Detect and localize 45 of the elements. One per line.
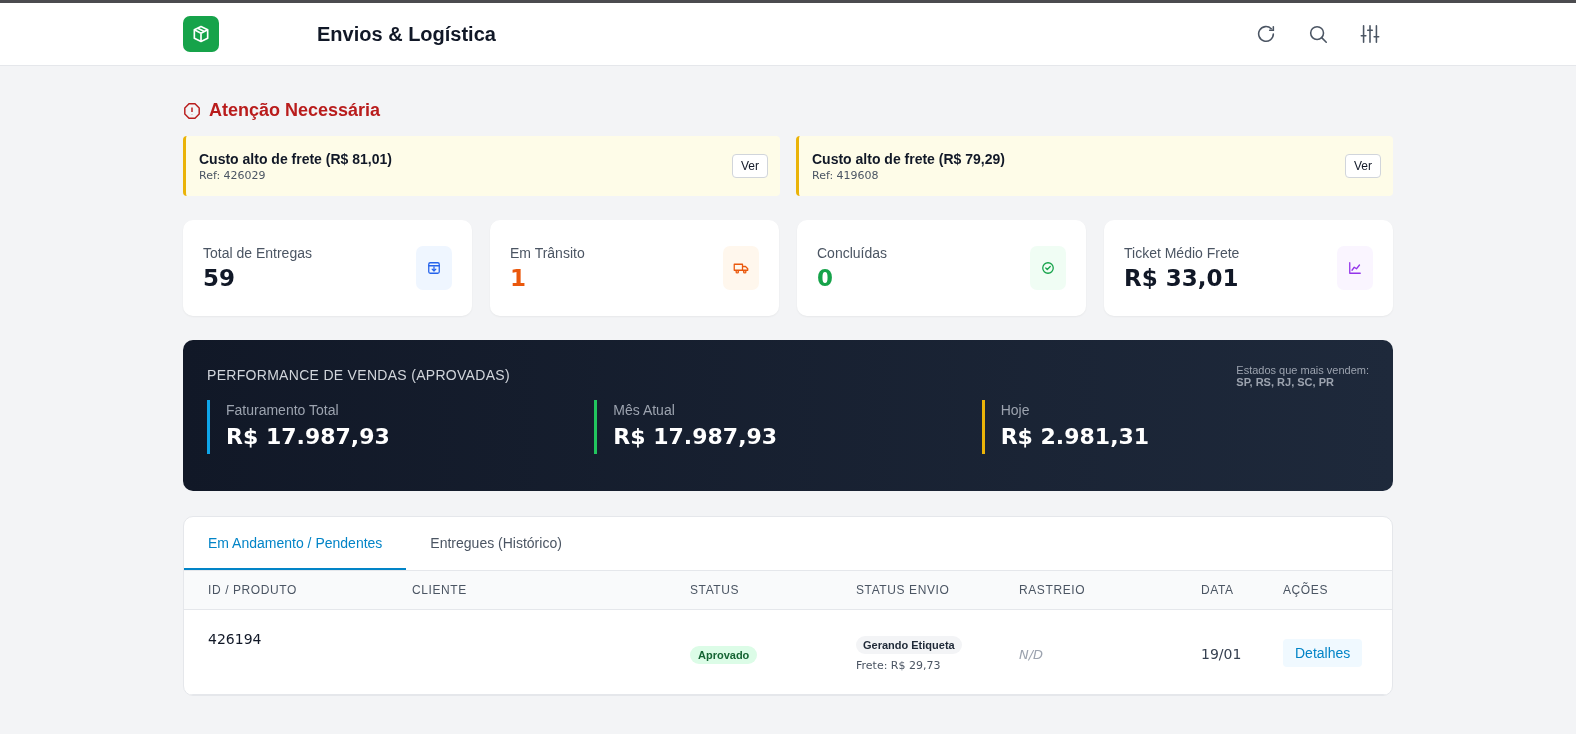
column-header: DATA xyxy=(1177,571,1259,610)
metric-value: R$ 2.981,31 xyxy=(1000,424,1150,449)
trend-chart-icon xyxy=(1337,246,1373,290)
panel-title: PERFORMANCE DE VENDAS (APROVADAS) xyxy=(207,367,510,383)
stat-value: 59 xyxy=(203,265,236,291)
metric-label: Faturamento Total xyxy=(226,402,340,418)
download-box-icon xyxy=(416,246,452,290)
tracking-text: N/D xyxy=(1019,646,1044,662)
metric-label: Mês Atual xyxy=(613,402,676,418)
freight-text: Frete: R$ 29,73 xyxy=(856,659,942,672)
top-states-label: Estados que mais vendem: xyxy=(1236,364,1369,376)
column-header: STATUS ENVIO xyxy=(832,571,995,610)
stat-value: 1 xyxy=(510,265,527,291)
column-header: RASTREIO xyxy=(995,571,1177,610)
view-button[interactable]: Ver xyxy=(1345,154,1381,178)
stat-label: Em Trânsito xyxy=(510,245,585,261)
details-button[interactable]: Detalhes xyxy=(1283,639,1363,667)
tab[interactable]: Entregues (Histórico) xyxy=(406,517,586,570)
stat-value: R$ 33,01 xyxy=(1124,265,1240,291)
alert-title: Custo alto de frete (R$ 81,01) xyxy=(199,150,392,167)
box-logo-icon xyxy=(183,16,219,52)
alert-ref: Ref: 426029 xyxy=(199,168,267,182)
column-header: CLIENTE xyxy=(388,571,666,610)
stat-label: Concluídas xyxy=(817,245,888,261)
section-title: Atenção Necessária xyxy=(209,100,381,121)
shipping-status-badge: Gerando Etiqueta xyxy=(856,636,962,654)
status-badge: Aprovado xyxy=(690,645,758,664)
app-title: Envios & Logística xyxy=(317,22,496,46)
alert-ref: Ref: 419608 xyxy=(812,168,880,182)
alert-icon xyxy=(183,101,201,120)
alert-title: Custo alto de frete (R$ 79,29) xyxy=(812,150,1005,167)
stat-label: Total de Entregas xyxy=(203,245,312,261)
column-header: AÇÕES xyxy=(1259,571,1392,610)
stat-label: Ticket Médio Frete xyxy=(1124,245,1240,261)
metric-label: Hoje xyxy=(1000,402,1031,418)
stat-value: 0 xyxy=(817,265,834,291)
view-button[interactable]: Ver xyxy=(732,154,768,178)
date-text: 19/01 xyxy=(1201,645,1242,662)
metric-value: R$ 17.987,93 xyxy=(613,424,778,449)
order-id: 426194 xyxy=(208,631,263,647)
column-header: STATUS xyxy=(666,571,832,610)
truck-icon xyxy=(723,246,759,290)
column-header: ID / PRODUTO xyxy=(184,571,388,610)
top-states: SP, RS, RJ, SC, PR xyxy=(1236,376,1335,388)
metric-value: R$ 17.987,93 xyxy=(226,424,390,449)
